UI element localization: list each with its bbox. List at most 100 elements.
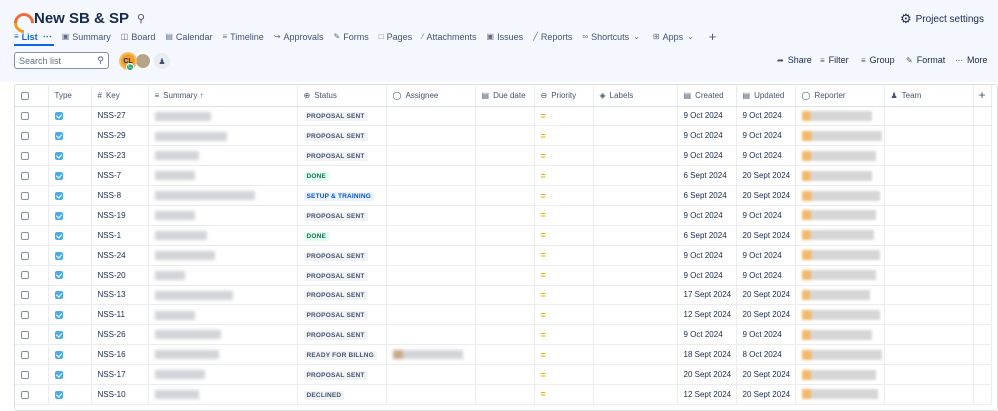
summary-cell[interactable] — [148, 245, 298, 266]
status-badge[interactable]: PROPOSAL SENT — [303, 271, 368, 281]
assignee-cell[interactable] — [386, 185, 476, 206]
summary-cell[interactable] — [148, 106, 298, 127]
team-cell[interactable] — [884, 106, 974, 127]
status-badge[interactable]: PROPOSAL SENT — [303, 152, 368, 162]
table-row[interactable]: NSS-11 PROPOSAL SENT = 12 Sept 2024 20 Sept … — [15, 304, 992, 326]
table-row[interactable]: NSS-27 PROPOSAL SENT = 9 Oct 2024 9 Oct 2024 — [15, 106, 992, 127]
assignee-cell[interactable] — [386, 106, 476, 127]
key-cell[interactable]: NSS-16 — [91, 344, 149, 366]
table-row[interactable]: NSS-19 PROPOSAL SENT = 9 Oct 2024 9 Oct 2024 — [15, 205, 992, 226]
status-badge[interactable]: PROPOSAL SENT — [303, 251, 368, 261]
priority-cell[interactable]: = — [534, 384, 594, 405]
tab-board[interactable]: ◫ Board — [121, 29, 156, 44]
due-date-cell[interactable] — [475, 185, 535, 206]
row-checkbox[interactable] — [21, 211, 29, 220]
issue-key[interactable]: NSS-10 — [98, 390, 126, 399]
format-button[interactable]: ✎ Format — [906, 55, 945, 65]
column-header-status[interactable]: ⊕ Status — [297, 85, 387, 107]
team-cell[interactable] — [884, 185, 974, 206]
summary-cell[interactable] — [148, 125, 298, 147]
status-cell[interactable]: PROPOSAL SENT — [297, 265, 387, 286]
select-all-checkbox[interactable] — [21, 91, 29, 100]
project-settings-button[interactable]: ⚙ Project settings — [900, 11, 984, 27]
due-date-cell[interactable] — [475, 106, 535, 127]
reporter-cell[interactable] — [795, 145, 885, 167]
status-cell[interactable]: PROPOSAL SENT — [297, 304, 387, 326]
due-date-cell[interactable] — [475, 324, 535, 346]
row-select-cell[interactable] — [15, 285, 49, 306]
reporter-cell[interactable] — [795, 344, 885, 366]
labels-cell[interactable] — [593, 324, 678, 346]
issue-key[interactable]: NSS-29 — [98, 131, 126, 140]
row-checkbox[interactable] — [21, 370, 29, 379]
due-date-cell[interactable] — [475, 265, 535, 286]
team-cell[interactable] — [884, 344, 974, 366]
row-checkbox[interactable] — [21, 331, 29, 340]
labels-cell[interactable] — [593, 225, 678, 246]
priority-cell[interactable]: = — [534, 165, 594, 187]
labels-cell[interactable] — [593, 265, 678, 286]
column-header-labels[interactable]: ◈ Labels — [593, 85, 678, 107]
row-checkbox[interactable] — [21, 251, 29, 260]
key-cell[interactable]: NSS-19 — [91, 205, 149, 226]
key-cell[interactable]: NSS-17 — [91, 364, 149, 385]
key-cell[interactable]: NSS-24 — [91, 245, 149, 266]
table-row[interactable]: NSS-24 PROPOSAL SENT = 9 Oct 2024 9 Oct 2024 — [15, 245, 992, 266]
team-cell[interactable] — [884, 145, 974, 167]
add-view-button[interactable]: + — [709, 29, 717, 44]
labels-cell[interactable] — [593, 344, 678, 366]
row-checkbox[interactable] — [21, 152, 29, 161]
table-row[interactable]: NSS-1 DONE = 6 Sept 2024 20 Sept 2024 — [15, 225, 992, 246]
labels-cell[interactable] — [593, 205, 678, 226]
reporter-cell[interactable] — [795, 324, 885, 346]
issue-key[interactable]: NSS-19 — [98, 211, 126, 220]
summary-cell[interactable] — [148, 205, 298, 226]
tab-calendar[interactable]: ▤ Calendar — [165, 29, 212, 44]
due-date-cell[interactable] — [475, 384, 535, 405]
issue-key[interactable]: NSS-26 — [98, 330, 126, 339]
priority-cell[interactable]: = — [534, 185, 594, 206]
labels-cell[interactable] — [593, 106, 678, 127]
row-select-cell[interactable] — [15, 265, 49, 286]
status-badge[interactable]: PROPOSAL SENT — [303, 132, 368, 142]
row-checkbox[interactable] — [21, 112, 29, 121]
team-cell[interactable] — [884, 265, 974, 286]
status-cell[interactable]: PROPOSAL SENT — [297, 245, 387, 266]
row-select-cell[interactable] — [15, 364, 49, 385]
reporter-cell[interactable] — [795, 364, 885, 385]
key-cell[interactable]: NSS-7 — [91, 165, 149, 187]
labels-cell[interactable] — [593, 185, 678, 206]
row-select-cell[interactable] — [15, 304, 49, 326]
table-row[interactable]: NSS-26 PROPOSAL SENT = 9 Oct 2024 9 Oct 2024 — [15, 324, 992, 346]
labels-cell[interactable] — [593, 125, 678, 147]
priority-cell[interactable]: = — [534, 225, 594, 246]
table-row[interactable]: NSS-13 PROPOSAL SENT = 17 Sept 2024 20 Sept … — [15, 285, 992, 306]
assignee-cell[interactable] — [386, 384, 476, 405]
team-cell[interactable] — [884, 205, 974, 226]
table-row[interactable]: NSS-10 DECLINED = 12 Sept 2024 20 Sept 2024 — [15, 384, 992, 405]
table-row[interactable]: NSS-20 PROPOSAL SENT = 9 Oct 2024 9 Oct 2024 — [15, 265, 992, 286]
status-cell[interactable]: DONE — [297, 165, 387, 187]
reporter-cell[interactable] — [795, 225, 885, 246]
due-date-cell[interactable] — [475, 344, 535, 366]
row-select-cell[interactable] — [15, 344, 49, 366]
labels-cell[interactable] — [593, 245, 678, 266]
summary-cell[interactable] — [148, 225, 298, 246]
reporter-cell[interactable] — [795, 185, 885, 206]
status-badge[interactable]: READY FOR BILLNG — [303, 351, 377, 361]
labels-cell[interactable] — [593, 145, 678, 167]
row-checkbox[interactable] — [21, 390, 29, 399]
key-cell[interactable]: NSS-26 — [91, 324, 149, 346]
key-cell[interactable]: NSS-29 — [91, 125, 149, 147]
issue-key[interactable]: NSS-7 — [98, 171, 122, 180]
team-cell[interactable] — [884, 245, 974, 266]
row-checkbox[interactable] — [21, 132, 29, 141]
row-select-cell[interactable] — [15, 205, 49, 226]
issue-key[interactable]: NSS-16 — [98, 350, 126, 359]
key-cell[interactable]: NSS-27 — [91, 106, 149, 127]
key-cell[interactable]: NSS-13 — [91, 285, 149, 306]
assignee-cell[interactable] — [386, 344, 476, 366]
priority-cell[interactable]: = — [534, 344, 594, 366]
row-select-cell[interactable] — [15, 185, 49, 206]
labels-cell[interactable] — [593, 384, 678, 405]
